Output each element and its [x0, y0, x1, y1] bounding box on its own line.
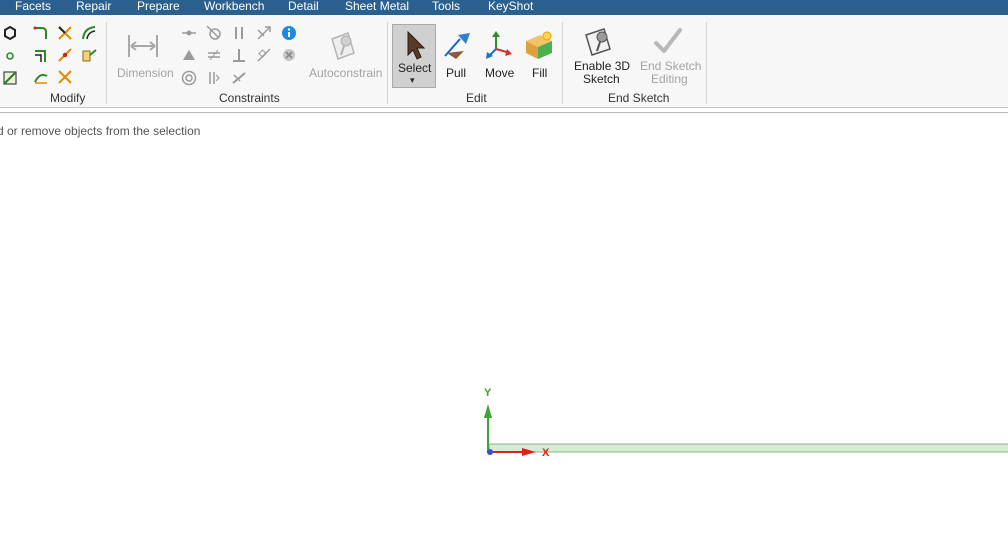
group-separator: [706, 22, 707, 104]
chevron-down-icon: ▾: [410, 75, 415, 85]
fill-icon[interactable]: [522, 29, 556, 63]
parallel-constraint-icon[interactable]: [230, 24, 248, 42]
dimension-button[interactable]: Dimension: [117, 67, 174, 80]
trim-away-icon[interactable]: [56, 24, 74, 42]
group-label-modify: Modify: [50, 91, 86, 105]
concentric-constraint-icon[interactable]: [180, 69, 198, 87]
select-button-label: Select: [398, 61, 432, 75]
tab-tools[interactable]: Tools: [432, 0, 460, 13]
group-label-constraints: Constraints: [219, 91, 280, 105]
project-to-sketch-icon[interactable]: [80, 46, 98, 64]
group-label-edit: Edit: [466, 91, 487, 105]
tab-keyshot[interactable]: KeyShot: [488, 0, 533, 13]
menu-bar: Facets Repair Prepare Workbench Detail S…: [0, 0, 1008, 15]
tab-facets[interactable]: Facets: [15, 0, 51, 13]
y-axis-arrow-icon: [484, 404, 492, 418]
split-curve-icon[interactable]: [56, 46, 74, 64]
move-button[interactable]: Move: [485, 67, 514, 80]
group-label-end-sketch: End Sketch: [608, 91, 670, 105]
midpoint-constraint-icon[interactable]: [255, 24, 273, 42]
ribbon: Modify Dimension Autoconstrain Constrain…: [0, 15, 1008, 108]
create-corner-icon[interactable]: [32, 46, 50, 64]
y-axis-label: Y: [484, 387, 492, 399]
group-separator: [106, 22, 107, 104]
dimension-icon[interactable]: [126, 29, 160, 63]
scale-curve-icon[interactable]: [56, 68, 74, 86]
select-arrow-icon: [397, 28, 431, 62]
tab-workbench[interactable]: Workbench: [204, 0, 264, 13]
polygon-icon[interactable]: [1, 24, 19, 42]
fill-button[interactable]: Fill: [532, 67, 547, 80]
ribbon-divider: [0, 112, 1008, 113]
perpendicular-constraint-icon[interactable]: [230, 46, 248, 64]
point-icon[interactable]: [1, 47, 19, 65]
symmetric-constraint-icon[interactable]: [255, 46, 273, 64]
end-sketch-editing-line2[interactable]: Editing: [651, 73, 688, 86]
viewport-canvas[interactable]: Y X: [0, 114, 1008, 557]
origin-point[interactable]: [487, 449, 493, 455]
delete-constraint-icon[interactable]: [280, 46, 298, 64]
coincident-constraint-icon[interactable]: [180, 24, 198, 42]
autoconstrain-button[interactable]: Autoconstrain: [309, 67, 382, 80]
viewport[interactable]: Y X: [0, 114, 1008, 557]
vertical-constraint-icon[interactable]: [205, 69, 223, 87]
tab-detail[interactable]: Detail: [288, 0, 319, 13]
autoconstrain-icon[interactable]: [326, 29, 360, 63]
info-icon[interactable]: [280, 24, 298, 42]
group-separator: [562, 22, 563, 104]
pull-icon[interactable]: [440, 29, 474, 63]
tangent-constraint-icon[interactable]: [205, 24, 223, 42]
tab-prepare[interactable]: Prepare: [137, 0, 180, 13]
horizontal-constraint-icon[interactable]: [180, 46, 198, 64]
checkmark-icon[interactable]: [651, 25, 685, 59]
offset-curve-icon[interactable]: [80, 24, 98, 42]
enable-3d-sketch-icon[interactable]: [582, 25, 616, 59]
equal-constraint-icon[interactable]: [205, 46, 223, 64]
group-separator: [387, 22, 388, 104]
select-button[interactable]: Select ▾: [392, 24, 436, 88]
fix-constraint-icon[interactable]: [230, 69, 248, 87]
bend-icon[interactable]: [32, 68, 50, 86]
spline-icon[interactable]: [1, 69, 19, 87]
move-icon[interactable]: [482, 29, 516, 63]
tab-sheet-metal[interactable]: Sheet Metal: [345, 0, 409, 13]
create-rounded-corner-icon[interactable]: [32, 24, 50, 42]
sketch-plane[interactable]: [488, 443, 1008, 453]
pull-button[interactable]: Pull: [446, 67, 466, 80]
x-axis-label: X: [542, 447, 550, 459]
enable-3d-sketch-line2[interactable]: Sketch: [583, 73, 620, 86]
tab-repair[interactable]: Repair: [76, 0, 111, 13]
